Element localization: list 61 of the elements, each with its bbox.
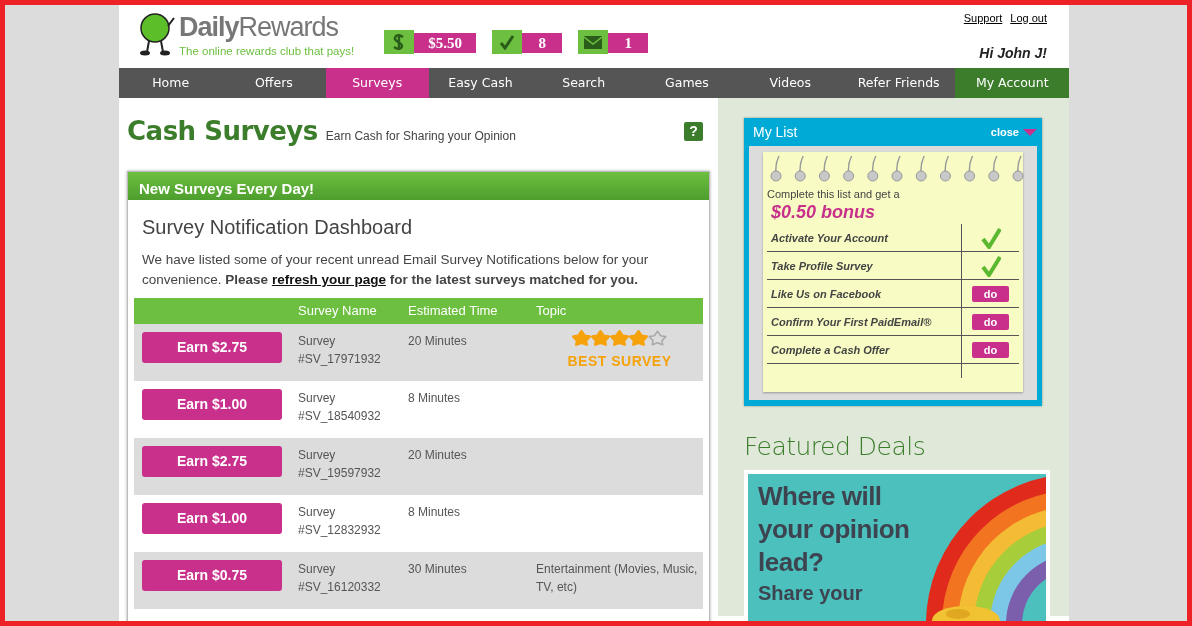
logo-text: DailyRewards [179, 14, 340, 41]
ad-text: Share your [758, 580, 863, 606]
column-header: Topic [536, 303, 567, 319]
list-intro: Complete this list and get a [767, 187, 901, 202]
earn-button[interactable]: Earn $0.75 [142, 560, 282, 591]
topic: Entertainment (Movies, Music, TV, etc) [536, 562, 698, 594]
dashboard-title: Survey Notification Dashboard [142, 215, 414, 240]
panel-header: New Surveys Every Day! [128, 172, 709, 200]
estimated-time: 20 Minutes [408, 334, 467, 348]
check-icon [499, 34, 516, 50]
best-survey-label: BEST SURVEY [567, 353, 672, 369]
help-button[interactable]: ? [684, 122, 703, 141]
task-label: Like Us on Facebook [771, 286, 882, 302]
survey-name: Survey #SV_16120332 [298, 562, 381, 594]
dollar-icon [393, 33, 406, 51]
close-link[interactable]: close [990, 123, 1019, 141]
task-label: Complete a Cash Offer [771, 342, 890, 358]
earn-button[interactable]: Earn $1.00 [142, 389, 282, 420]
stat-value: $5.50 [414, 33, 477, 53]
stat-value: 8 [522, 33, 563, 53]
my-list-title: My List [753, 122, 798, 142]
do-button[interactable]: do [972, 313, 1009, 330]
estimated-time: 30 Minutes [408, 562, 467, 576]
star-icon [572, 330, 591, 346]
logo-tagline: The online rewards club that pays! [179, 44, 355, 59]
column-header: Survey Name [298, 303, 377, 319]
survey-name: Survey #SV_19597932 [298, 448, 381, 480]
stat-value: 1 [608, 33, 649, 53]
do-button[interactable]: do [972, 285, 1009, 302]
earn-button[interactable]: Earn $2.75 [142, 446, 282, 477]
refresh-link[interactable]: refresh your page [271, 272, 386, 287]
do-button[interactable]: do [972, 341, 1009, 358]
star-icon [629, 330, 648, 346]
task-label: Activate Your Account [771, 230, 888, 246]
header-link[interactable]: Support [963, 10, 1003, 27]
nav-tab[interactable]: Surveys [325, 68, 429, 98]
task-label: Take Profile Survey [771, 258, 873, 274]
bonus-amount: $0.50 bonus [771, 202, 877, 223]
page-subtitle: Earn Cash for Sharing your Opinion [325, 127, 516, 145]
task-label: Confirm Your First PaidEmail® [771, 314, 932, 330]
header-link[interactable]: Log out [1010, 10, 1047, 27]
ad-banner[interactable]: Where will your opinion lead? Share your [744, 469, 1050, 621]
estimated-time: 8 Minutes [408, 505, 461, 519]
envelope-icon [584, 35, 603, 49]
earn-button[interactable]: Earn $2.75 [142, 332, 282, 363]
estimated-time: 20 Minutes [408, 448, 467, 462]
column-header: Estimated Time [408, 303, 498, 319]
star-icon [610, 330, 629, 346]
nav-tab[interactable]: My Account [955, 68, 1069, 98]
earn-button[interactable]: Earn $1.00 [142, 503, 282, 534]
greeting: Hi John J! [978, 43, 1047, 63]
featured-deals-title: Featured Deals [744, 431, 927, 464]
intro-text: We have listed some of your recent unread Email Survey Notifications below for your convenience. Please refresh your page for the latest surveys matched for you. [142, 251, 650, 289]
page-title: Cash Surveys [127, 115, 318, 148]
survey-name: Survey #SV_12832932 [298, 505, 381, 537]
survey-name: Survey #SV_18540932 [298, 391, 381, 423]
survey-name: Survey #SV_17971932 [298, 334, 381, 366]
caret-icon [1023, 128, 1037, 136]
ad-headline: Where will your opinion lead? [758, 479, 911, 579]
star-icon [591, 330, 610, 346]
estimated-time: 8 Minutes [408, 391, 461, 405]
